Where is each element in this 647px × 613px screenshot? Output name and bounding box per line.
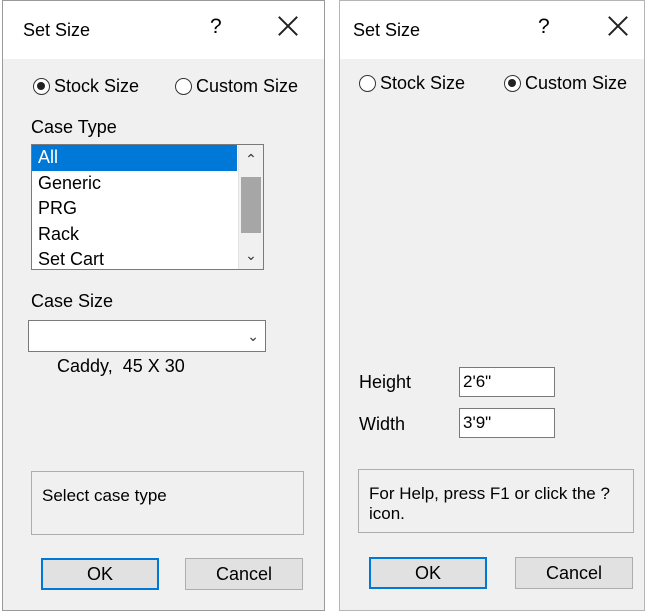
case-size-label: Case Size	[31, 291, 114, 311]
list-item[interactable]: Rack	[32, 222, 237, 248]
dialog-title: Set Size	[353, 20, 421, 40]
dialog-title: Set Size	[23, 20, 91, 40]
chevron-down-icon[interactable]: ⌄	[247, 321, 259, 351]
cancel-button[interactable]: Cancel	[185, 558, 303, 590]
set-size-dialog-custom: Set Size ? Stock Size Custom Size Height…	[339, 0, 645, 611]
chevron-down-icon[interactable]: ⌄	[239, 243, 263, 267]
custom-size-label: Custom Size	[525, 73, 628, 93]
help-icon[interactable]: ?	[210, 15, 222, 39]
case-type-listbox[interactable]: All Generic PRG Rack Set Cart ⌃ ⌄	[31, 144, 264, 270]
stock-size-radio[interactable]: Stock Size	[33, 76, 139, 97]
set-size-dialog-stock: Set Size ? Stock Size Custom Size Case T…	[2, 0, 325, 611]
custom-size-radio[interactable]: Custom Size	[504, 73, 627, 94]
radio-indicator	[504, 75, 521, 92]
stock-size-label: Stock Size	[380, 73, 466, 93]
ok-button[interactable]: OK	[369, 557, 487, 589]
listbox-scrollbar[interactable]: ⌃ ⌄	[238, 145, 263, 269]
status-text: For Help, press F1 or click the ? icon.	[369, 484, 610, 523]
case-type-label: Case Type	[31, 117, 117, 137]
width-label: Width	[359, 414, 406, 434]
height-field[interactable]: 2'6"	[459, 367, 555, 397]
help-icon[interactable]: ?	[538, 15, 550, 39]
status-text: Select case type	[42, 486, 167, 505]
list-item[interactable]: Generic	[32, 171, 237, 197]
case-size-value: Caddy, 45 X 30	[57, 356, 185, 376]
list-item[interactable]: Set Cart	[32, 247, 237, 269]
custom-size-radio[interactable]: Custom Size	[175, 76, 298, 97]
title-bar: Set Size ?	[3, 1, 324, 59]
chevron-up-icon[interactable]: ⌃	[239, 147, 263, 171]
status-box: Select case type	[31, 471, 304, 535]
height-label: Height	[359, 372, 412, 392]
radio-indicator	[33, 78, 50, 95]
custom-size-label: Custom Size	[196, 76, 299, 96]
ok-button[interactable]: OK	[41, 558, 159, 590]
list-item[interactable]: All	[32, 145, 237, 171]
stock-size-radio[interactable]: Stock Size	[359, 73, 465, 94]
radio-indicator	[359, 75, 376, 92]
cancel-button[interactable]: Cancel	[515, 557, 633, 589]
case-size-dropdown[interactable]: Caddy, 45 X 30 ⌄	[28, 320, 266, 376]
list-item[interactable]: PRG	[32, 196, 237, 222]
radio-indicator	[175, 78, 192, 95]
status-box: For Help, press F1 or click the ? icon.	[358, 469, 634, 533]
stock-size-label: Stock Size	[54, 76, 140, 96]
width-field[interactable]: 3'9"	[459, 408, 555, 438]
close-icon[interactable]	[275, 13, 301, 39]
title-bar: Set Size ?	[340, 1, 644, 59]
close-icon[interactable]	[605, 13, 631, 39]
scroll-thumb[interactable]	[241, 177, 261, 233]
